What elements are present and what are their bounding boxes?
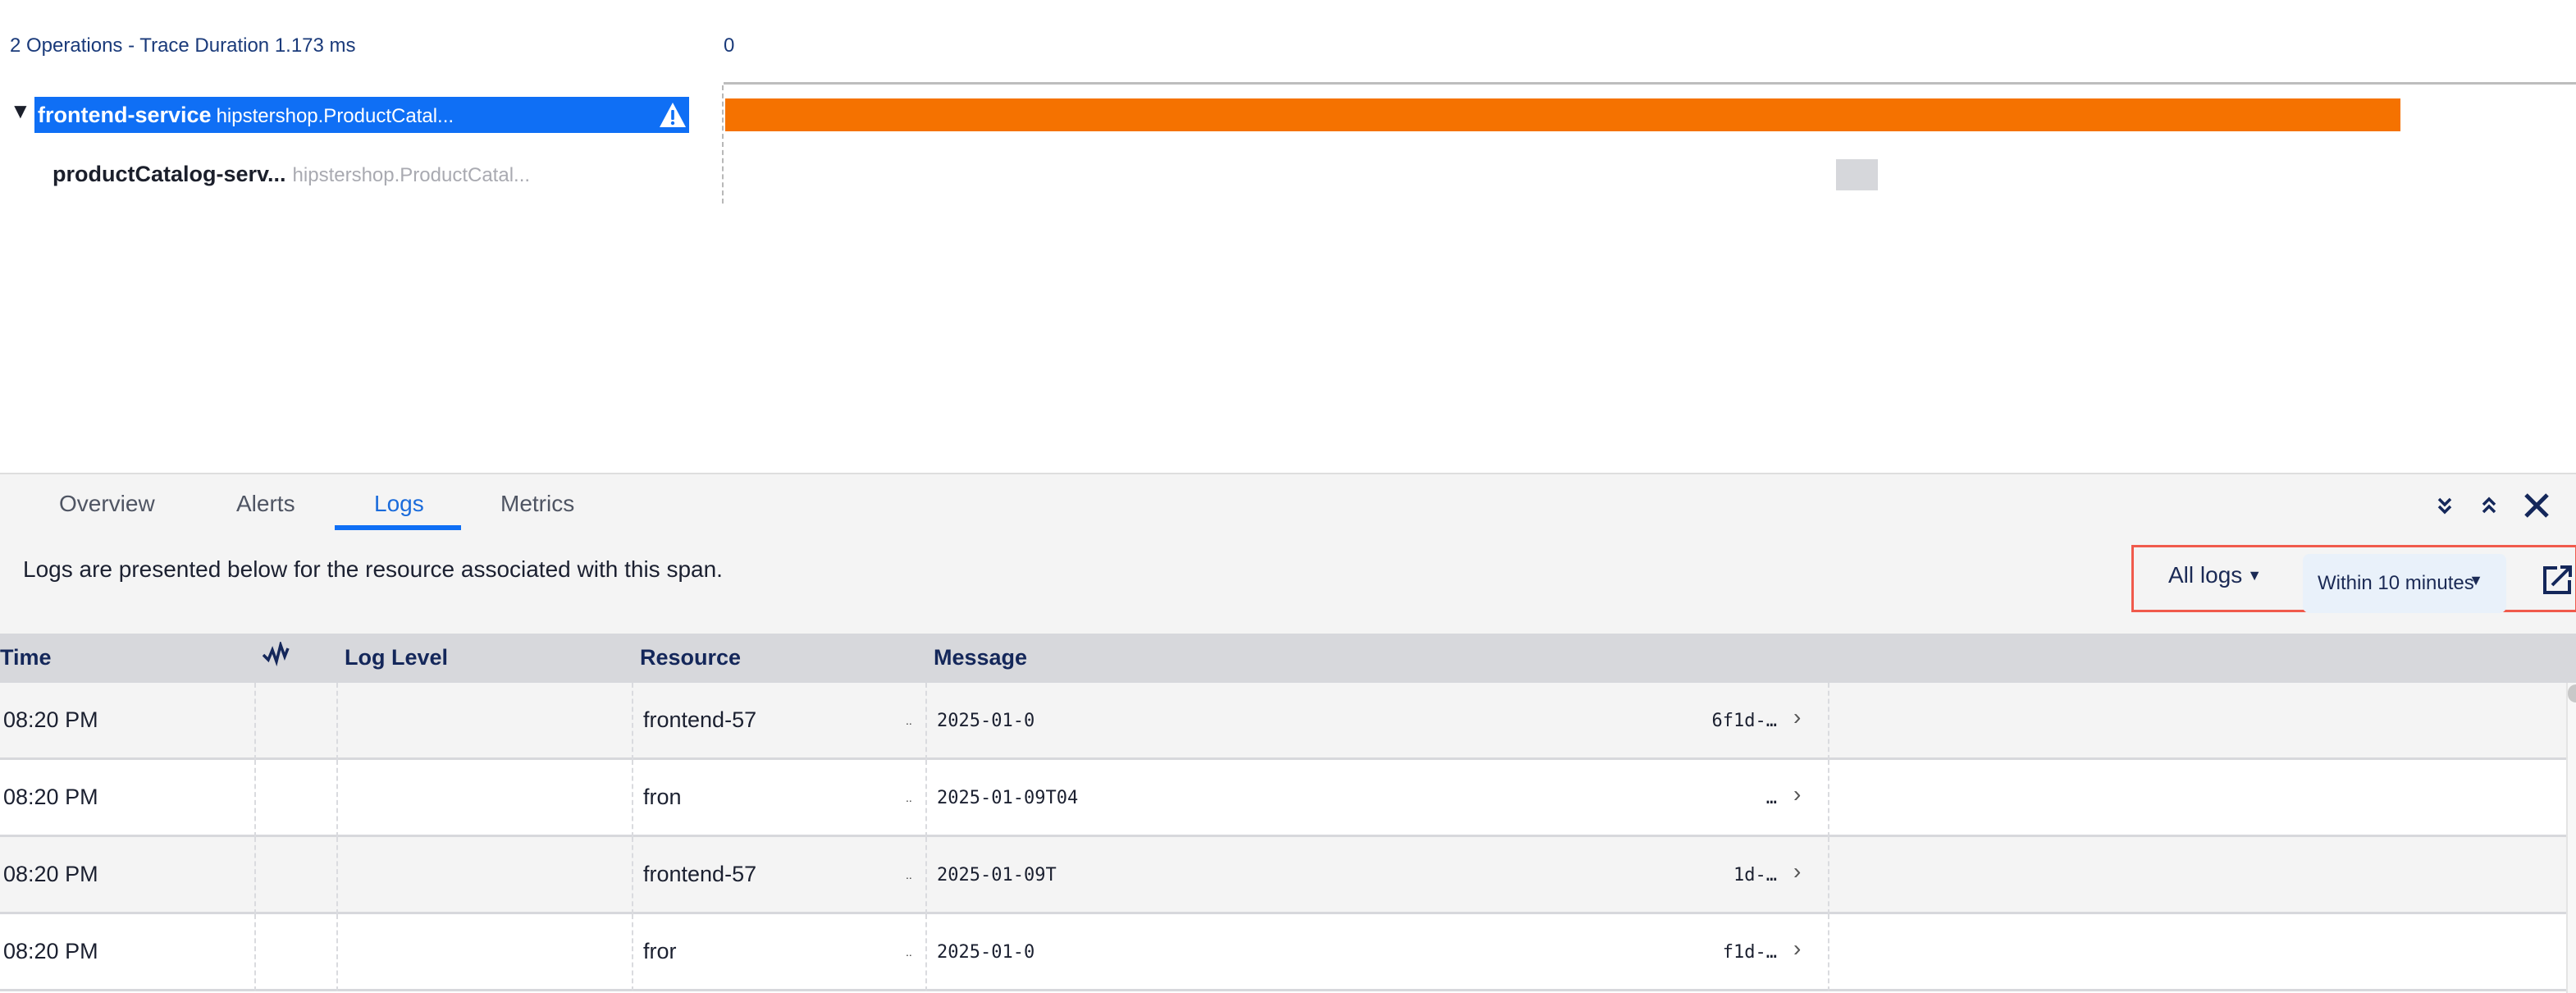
- log-message-end: 1d-…: [1733, 865, 1777, 885]
- span-row-productcatalog-service[interactable]: productCatalog-serv... hipstershop.Produc…: [53, 158, 530, 192]
- column-divider: [632, 760, 633, 837]
- collapse-down-icon[interactable]: [2428, 487, 2461, 524]
- time-range-dropdown[interactable]: Within 10 minutes ▼: [2303, 554, 2506, 613]
- span-bar-productcatalog-service[interactable]: [1835, 159, 1879, 190]
- column-divider: [632, 683, 633, 760]
- column-divider: [336, 914, 338, 991]
- column-divider: [1828, 914, 1829, 991]
- log-message-start: 2025-01-0: [937, 711, 1035, 731]
- column-divider: [336, 837, 338, 914]
- truncation-ellipsis: ..: [906, 791, 912, 804]
- column-divider: [925, 683, 927, 760]
- chevron-right-icon[interactable]: ›: [1793, 858, 1801, 885]
- log-resource: fron: [643, 785, 682, 809]
- table-row[interactable]: 08:20 PM frontend-57.. 2025-01-0 6f1d-… ›: [0, 683, 2566, 760]
- table-row[interactable]: 08:20 PM fror.. 2025-01-0 f1d-… ›: [0, 914, 2566, 991]
- column-divider: [254, 760, 256, 837]
- close-icon[interactable]: [2520, 487, 2553, 524]
- span-operation-name: hipstershop.ProductCatal...: [292, 164, 531, 186]
- log-time: 08:20 PM: [3, 939, 98, 963]
- column-divider: [336, 683, 338, 760]
- column-divider: [925, 914, 927, 991]
- logs-table-header: Time Log Level Resource Message: [0, 634, 2576, 683]
- tab-overview[interactable]: Overview: [59, 491, 155, 517]
- column-divider: [254, 837, 256, 914]
- span-service-name: frontend-service: [38, 103, 212, 127]
- chevron-right-icon[interactable]: ›: [1793, 781, 1801, 808]
- timeline-start-marker: [722, 85, 724, 204]
- chevron-right-icon[interactable]: ›: [1793, 704, 1801, 730]
- column-divider: [925, 760, 927, 837]
- log-resource: fror: [643, 939, 677, 963]
- panel-window-controls: [2428, 487, 2576, 524]
- activity-pulse-icon: [263, 642, 290, 666]
- column-header-time[interactable]: Time: [0, 645, 52, 670]
- log-message-start: 2025-01-09T04: [937, 788, 1079, 808]
- span-operation-name: hipstershop.ProductCatal...: [216, 105, 454, 127]
- log-message-start: 2025-01-0: [937, 942, 1035, 963]
- active-tab-indicator: [335, 525, 461, 530]
- tab-logs[interactable]: Logs: [374, 491, 424, 517]
- scrollbar-thumb[interactable]: [2568, 684, 2576, 702]
- log-message-end: 6f1d-…: [1711, 711, 1777, 731]
- log-filter-controls: All logs ▼ Within 10 minutes ▼: [2131, 545, 2576, 613]
- open-external-icon[interactable]: [2541, 564, 2574, 597]
- log-type-dropdown[interactable]: All logs ▼: [2168, 562, 2262, 588]
- truncation-ellipsis: ..: [906, 714, 912, 727]
- column-divider: [254, 683, 256, 760]
- trace-summary: 2 Operations - Trace Duration 1.173 ms: [10, 34, 356, 57]
- expand-caret-icon[interactable]: ▼: [10, 98, 31, 124]
- timeline-axis-start-label: 0: [724, 34, 735, 57]
- caret-down-icon: ▼: [2247, 567, 2263, 583]
- column-divider: [336, 760, 338, 837]
- column-divider: [925, 837, 927, 914]
- column-divider: [1828, 837, 1829, 914]
- log-message-end: …: [1765, 788, 1777, 808]
- chevron-right-icon[interactable]: ›: [1793, 936, 1801, 962]
- column-divider: [632, 914, 633, 991]
- logs-description: Logs are presented below for the resourc…: [23, 556, 723, 582]
- log-time: 08:20 PM: [3, 785, 98, 809]
- warning-triangle-icon: [660, 103, 686, 127]
- tab-alerts[interactable]: Alerts: [236, 491, 295, 517]
- timeline-axis-line: [724, 82, 2576, 85]
- column-divider: [254, 914, 256, 991]
- table-scrollbar[interactable]: [2566, 683, 2576, 993]
- column-header-message[interactable]: Message: [934, 645, 1027, 670]
- truncation-ellipsis: ..: [906, 945, 912, 959]
- column-header-log-level[interactable]: Log Level: [345, 645, 448, 670]
- log-message-end: f1d-…: [1722, 942, 1777, 963]
- table-row[interactable]: 08:20 PM frontend-57.. 2025-01-09T 1d-… ›: [0, 837, 2566, 914]
- table-row[interactable]: 08:20 PM fron.. 2025-01-09T04 … ›: [0, 760, 2566, 837]
- log-time: 08:20 PM: [3, 707, 98, 732]
- span-row-frontend-service[interactable]: frontend-service hipstershop.ProductCatal…: [34, 97, 689, 133]
- span-details-panel: Overview Alerts Logs Metrics Logs are pr…: [0, 473, 2576, 993]
- log-message-start: 2025-01-09T: [937, 865, 1057, 885]
- time-range-value: Within 10 minutes: [2318, 572, 2474, 594]
- caret-down-icon: ▼: [2469, 572, 2483, 588]
- column-divider: [632, 837, 633, 914]
- log-time: 08:20 PM: [3, 862, 98, 886]
- log-type-value: All logs: [2168, 562, 2243, 588]
- truncation-ellipsis: ..: [906, 868, 912, 881]
- log-resource: frontend-57: [643, 707, 757, 732]
- log-resource: frontend-57: [643, 862, 757, 886]
- column-divider: [1828, 760, 1829, 837]
- span-service-name: productCatalog-serv...: [53, 162, 286, 186]
- expand-up-icon[interactable]: [2473, 487, 2505, 524]
- tab-metrics[interactable]: Metrics: [500, 491, 574, 517]
- column-divider: [1828, 683, 1829, 760]
- span-bar-frontend-service[interactable]: [725, 98, 2400, 131]
- column-header-resource[interactable]: Resource: [640, 645, 741, 670]
